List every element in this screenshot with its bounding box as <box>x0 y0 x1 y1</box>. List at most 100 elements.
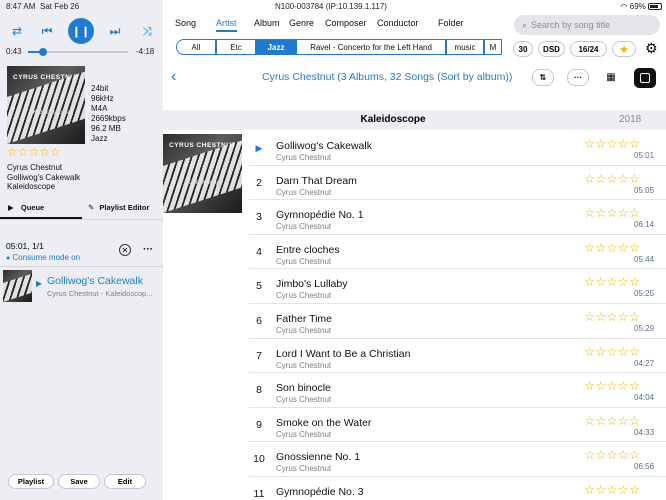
track-rating[interactable]: ☆☆☆☆☆ <box>584 447 640 462</box>
tab-album[interactable]: Album <box>254 18 280 28</box>
track-rating[interactable]: ☆☆☆☆☆ <box>584 482 640 497</box>
bitdepth-filter-button[interactable]: 16/24 <box>570 41 607 57</box>
save-button[interactable]: Save <box>58 474 100 489</box>
filter-chip[interactable]: M <box>484 39 502 55</box>
back-chevron-icon[interactable]: ‹ <box>171 68 176 86</box>
tab-composer[interactable]: Composer <box>325 18 367 28</box>
tab-playlist-editor[interactable]: ✎ Playlist Editor <box>88 203 149 212</box>
track-artist: Cyrus Chestnut <box>276 187 332 197</box>
search-icon: ⌕ <box>522 19 528 30</box>
format-codec: M4A <box>91 104 108 113</box>
edit-button[interactable]: Edit <box>104 474 146 489</box>
track-row[interactable]: 3 Gymnopédie No. 1 Cyrus Chestnut ☆☆☆☆☆ 06:1… <box>249 200 666 235</box>
tab-queue-label: Queue <box>20 203 45 212</box>
tab-folder[interactable]: Folder <box>438 18 464 28</box>
clear-queue-icon[interactable]: ✕ <box>119 244 131 256</box>
track-artist: Cyrus Chestnut <box>276 256 332 266</box>
format-genre: Jazz <box>91 134 108 143</box>
album-cover[interactable]: CYRUS CHESTNUT Kaleidoscope <box>163 134 242 213</box>
favorite-star-button[interactable]: ★ <box>612 41 636 57</box>
dsd-filter-button[interactable]: DSD <box>538 41 565 57</box>
track-artist: Cyrus Chestnut <box>276 222 332 232</box>
search-input[interactable]: ⌕ Search by song title <box>514 15 660 35</box>
format-rate: 96kHz <box>91 94 114 103</box>
track-row[interactable]: 2 Darn That Dream Cyrus Chestnut ☆☆☆☆☆ 05:05 <box>249 166 666 201</box>
track-rating[interactable]: ☆☆☆☆☆ <box>584 309 640 324</box>
settings-gear-icon[interactable]: ⚙ <box>645 40 658 57</box>
filter-chip[interactable]: Jazz <box>256 39 296 55</box>
track-title: Smoke on the Water <box>276 416 372 429</box>
track-rating[interactable]: ☆☆☆☆☆ <box>584 413 640 428</box>
format-info: 24bit 96kHz M4A 2669kbps 96.2 MB Jazz <box>91 84 126 144</box>
track-row[interactable]: 8 Son binocle Cyrus Chestnut ☆☆☆☆☆ 04:04 <box>249 373 666 408</box>
now-playing-meta: Cyrus Chestnut Golliwog's Cakewalk Kalei… <box>7 163 80 192</box>
queue-more-icon[interactable]: ··· <box>143 244 153 255</box>
track-number: 10 <box>253 453 265 466</box>
now-playing-rating[interactable]: ☆☆☆☆☆ <box>7 145 61 159</box>
playlist-button[interactable]: Playlist <box>8 474 54 489</box>
filter-chip[interactable]: All <box>176 39 216 55</box>
track-number: 8 <box>256 384 262 397</box>
track-rating[interactable]: ☆☆☆☆☆ <box>584 240 640 255</box>
battery-icon <box>648 3 662 10</box>
track-number: 7 <box>256 349 262 362</box>
track-number: 2 <box>256 176 262 189</box>
track-row[interactable]: 4 Entre cloches Cyrus Chestnut ☆☆☆☆☆ 05:44 <box>249 235 666 270</box>
sort-icon[interactable]: ⇅ <box>532 69 554 86</box>
track-row[interactable]: ▶ Golliwog's Cakewalk Cyrus Chestnut ☆☆☆☆☆ 0… <box>249 131 666 166</box>
header-title: Cyrus Chestnut (3 Albums, 32 Songs (Sort… <box>262 71 513 83</box>
count-filter-button[interactable]: 30 <box>513 41 533 57</box>
now-playing-artist: Cyrus Chestnut <box>7 163 63 172</box>
tab-queue[interactable]: ▶ Queue <box>8 203 44 212</box>
tab-song[interactable]: Song <box>175 18 196 28</box>
track-title: Son binocle <box>276 382 331 395</box>
track-duration: 05:01 <box>634 151 655 160</box>
track-rating[interactable]: ☆☆☆☆☆ <box>584 171 640 186</box>
shuffle-icon[interactable]: ⤨ <box>138 22 156 40</box>
category-tabs: Song Artist Album Genre Composer Conductor Fol… <box>175 18 505 34</box>
track-number: 3 <box>256 211 262 224</box>
tab-playlist-editor-label: Playlist Editor <box>99 203 150 212</box>
next-icon[interactable]: ⏭ <box>106 22 124 40</box>
queue-item-thumb <box>3 270 32 302</box>
album-cover-title-text: Kaleidoscope <box>187 180 224 186</box>
filter-chip[interactable]: music <box>446 39 484 55</box>
track-number: 6 <box>256 315 262 327</box>
filter-chips: All Etc Jazz Ravel - Concerto for the Left … <box>176 39 502 56</box>
pause-button[interactable]: ❙❙ <box>68 18 94 44</box>
grid-view-icon[interactable]: ▦ <box>600 69 622 86</box>
track-row[interactable]: 10 Gnossienne No. 1 Cyrus Chestnut ☆☆☆☆☆ 06:… <box>249 442 666 477</box>
track-rating[interactable]: ☆☆☆☆☆ <box>584 136 640 151</box>
queue-summary: 05:01, 1/1 <box>6 241 44 251</box>
track-duration: 06:56 <box>634 462 655 472</box>
list-view-icon[interactable] <box>634 68 656 88</box>
seek-knob[interactable] <box>39 48 47 56</box>
consume-mode[interactable]: ● Consume mode on <box>6 253 80 262</box>
tab-artist[interactable]: Artist <box>216 18 237 32</box>
track-rating[interactable]: ☆☆☆☆☆ <box>584 274 640 289</box>
track-row[interactable]: 9 Smoke on the Water Cyrus Chestnut ☆☆☆☆☆ 04… <box>249 408 666 443</box>
track-row[interactable]: 7 Lord I Want to Be a Christian Cyrus Ches… <box>249 339 666 374</box>
album-art-title-text: Kaleidoscope <box>33 110 70 116</box>
tab-genre[interactable]: Genre <box>289 18 314 28</box>
track-artist: Cyrus Chestnut <box>276 464 332 474</box>
track-row[interactable]: 5 Jimbo's Lullaby Cyrus Chestnut ☆☆☆☆☆ 05:25 <box>249 269 666 304</box>
filter-chip[interactable]: Etc <box>216 39 256 55</box>
track-row[interactable]: 11 Gymnopédie No. 3 ☆☆☆☆☆ <box>249 477 666 500</box>
filter-chip[interactable]: Ravel - Concerto for the Left Hand <box>296 39 446 55</box>
track-duration: 04:33 <box>634 427 655 437</box>
track-rating[interactable]: ☆☆☆☆☆ <box>584 344 640 359</box>
previous-icon[interactable]: ⏮ <box>38 22 56 40</box>
track-row[interactable]: 6 Father Time Cyrus Chestnut ☆☆☆☆☆ 05:29 <box>249 304 666 339</box>
track-artist: Cyrus Chestnut <box>276 360 332 370</box>
repeat-icon[interactable]: ⇄ <box>8 22 26 40</box>
consume-mode-label: Consume mode on <box>12 253 81 262</box>
queue-item[interactable]: ▶ Golliwog's Cakewalk Cyrus Chestnut - K… <box>0 267 163 305</box>
track-rating[interactable]: ☆☆☆☆☆ <box>584 378 640 393</box>
more-options-icon[interactable]: ··· <box>567 69 589 86</box>
track-number: 5 <box>256 280 262 293</box>
tab-conductor[interactable]: Conductor <box>377 18 419 28</box>
track-rating[interactable]: ☆☆☆☆☆ <box>584 205 640 220</box>
track-list: ▶ Golliwog's Cakewalk Cyrus Chestnut ☆☆☆☆☆ 0… <box>249 131 666 500</box>
track-title: Gymnopédie No. 1 <box>276 209 364 222</box>
